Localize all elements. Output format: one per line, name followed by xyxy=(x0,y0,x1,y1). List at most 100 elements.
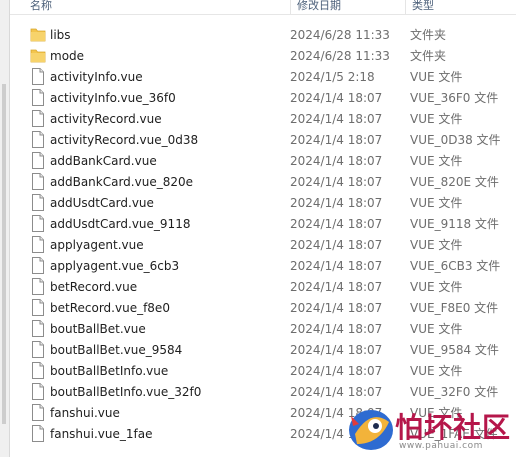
file-name[interactable]: boutBallBet.vue xyxy=(50,320,146,338)
file-name[interactable]: mode xyxy=(50,47,84,65)
file-icon-graphic xyxy=(32,173,44,190)
file-name[interactable]: addBankCard.vue xyxy=(50,152,157,170)
file-icon-graphic xyxy=(32,152,44,169)
file-name[interactable]: fanshui.vue_1fae xyxy=(50,425,152,443)
column-header-bar: 名称 修改日期 类型 xyxy=(10,0,516,15)
file-icon xyxy=(30,319,46,338)
file-name[interactable]: activityInfo.vue xyxy=(50,68,143,86)
file-modified-date: 2024/1/4 18:07 xyxy=(290,217,383,231)
file-row[interactable]: boutBallBetInfo.vue_32f0 2024/1/4 18:07 VU… xyxy=(0,381,516,402)
file-icon-graphic xyxy=(32,404,44,421)
file-modified-date: 2024/6/28 11:33 xyxy=(290,28,390,42)
file-icon xyxy=(30,214,46,233)
file-icon-graphic xyxy=(32,194,44,211)
file-row[interactable]: betRecord.vue 2024/1/4 18:07 VUE 文件 xyxy=(0,276,516,297)
file-type: VUE 文件 xyxy=(410,70,463,84)
file-type: VUE_6CB3 文件 xyxy=(410,259,501,273)
folder-icon-graphic xyxy=(30,49,46,63)
file-name[interactable]: addBankCard.vue_820e xyxy=(50,173,193,191)
file-row[interactable]: addBankCard.vue_820e 2024/1/4 18:07 VUE_82… xyxy=(0,171,516,192)
file-name[interactable]: betRecord.vue xyxy=(50,278,137,296)
file-type: VUE 文件 xyxy=(410,154,463,168)
column-header-type[interactable]: 类型 xyxy=(405,0,516,14)
folder-icon xyxy=(30,46,46,65)
file-row[interactable]: mode 2024/6/28 11:33 文件夹 xyxy=(0,45,516,66)
file-icon xyxy=(30,403,46,422)
file-list: libs 2024/6/28 11:33 文件夹 mode 2024/6/28 11:3… xyxy=(0,24,516,444)
file-name[interactable]: libs xyxy=(50,26,71,44)
file-icon xyxy=(30,88,46,107)
file-icon xyxy=(30,382,46,401)
file-modified-date: 2024/1/4 18:07 xyxy=(290,427,383,441)
file-name[interactable]: applyagent.vue_6cb3 xyxy=(50,257,179,275)
file-name[interactable]: fanshui.vue xyxy=(50,404,120,422)
file-icon-graphic xyxy=(32,236,44,253)
file-icon xyxy=(30,151,46,170)
file-name[interactable]: boutBallBetInfo.vue_32f0 xyxy=(50,383,201,401)
file-modified-date: 2024/1/4 18:07 xyxy=(290,322,383,336)
column-header-date[interactable]: 修改日期 xyxy=(290,0,405,14)
file-type: VUE 文件 xyxy=(410,322,463,336)
file-icon-graphic xyxy=(32,89,44,106)
file-name[interactable]: activityInfo.vue_36f0 xyxy=(50,89,176,107)
file-row[interactable]: activityRecord.vue 2024/1/4 18:07 VUE 文件 xyxy=(0,108,516,129)
file-row[interactable]: activityRecord.vue_0d38 2024/1/4 18:07 VUE… xyxy=(0,129,516,150)
file-type: VUE 文件 xyxy=(410,112,463,126)
file-icon xyxy=(30,361,46,380)
file-row[interactable]: applyagent.vue_6cb3 2024/1/4 18:07 VUE_6CB… xyxy=(0,255,516,276)
file-name[interactable]: addUsdtCard.vue xyxy=(50,194,154,212)
file-icon xyxy=(30,340,46,359)
file-row[interactable]: activityInfo.vue_36f0 2024/1/4 18:07 VUE_3… xyxy=(0,87,516,108)
file-name[interactable]: addUsdtCard.vue_9118 xyxy=(50,215,190,233)
file-row[interactable]: libs 2024/6/28 11:33 文件夹 xyxy=(0,24,516,45)
file-row[interactable]: addUsdtCard.vue_9118 2024/1/4 18:07 VUE_91… xyxy=(0,213,516,234)
file-modified-date: 2024/1/4 18:07 xyxy=(290,280,383,294)
file-row[interactable]: boutBallBet.vue 2024/1/4 18:07 VUE 文件 xyxy=(0,318,516,339)
file-type: VUE_9118 文件 xyxy=(410,217,499,231)
file-type: VUE_9584 文件 xyxy=(410,343,499,357)
file-icon xyxy=(30,235,46,254)
file-icon-graphic xyxy=(32,383,44,400)
file-type: VUE 文件 xyxy=(410,280,463,294)
file-type: VUE 文件 xyxy=(410,196,463,210)
file-modified-date: 2024/1/4 18:07 xyxy=(290,259,383,273)
file-icon-graphic xyxy=(32,215,44,232)
file-row[interactable]: addUsdtCard.vue 2024/1/4 18:07 VUE 文件 xyxy=(0,192,516,213)
file-row[interactable]: fanshui.vue_1fae 2024/1/4 18:07 VUE_1FAE 文… xyxy=(0,423,516,444)
file-modified-date: 2024/1/4 18:07 xyxy=(290,385,383,399)
file-name[interactable]: applyagent.vue xyxy=(50,236,144,254)
file-type: VUE_820E 文件 xyxy=(410,175,499,189)
column-header-name[interactable]: 名称 xyxy=(24,0,290,14)
file-name[interactable]: activityRecord.vue xyxy=(50,110,162,128)
file-modified-date: 2024/1/4 18:07 xyxy=(290,175,383,189)
file-row[interactable]: boutBallBet.vue_9584 2024/1/4 18:07 VUE_95… xyxy=(0,339,516,360)
file-modified-date: 2024/1/4 18:07 xyxy=(290,91,383,105)
file-row[interactable]: activityInfo.vue 2024/1/5 2:18 VUE 文件 xyxy=(0,66,516,87)
file-name[interactable]: activityRecord.vue_0d38 xyxy=(50,131,198,149)
file-row[interactable]: betRecord.vue_f8e0 2024/1/4 18:07 VUE_F8E0… xyxy=(0,297,516,318)
file-modified-date: 2024/1/4 18:07 xyxy=(290,112,383,126)
file-row[interactable]: applyagent.vue 2024/1/4 18:07 VUE 文件 xyxy=(0,234,516,255)
file-row[interactable]: fanshui.vue 2024/1/4 18:07 VUE 文件 xyxy=(0,402,516,423)
file-icon-graphic xyxy=(32,341,44,358)
file-icon xyxy=(30,193,46,212)
file-row[interactable]: addBankCard.vue 2024/1/4 18:07 VUE 文件 xyxy=(0,150,516,171)
file-name[interactable]: boutBallBet.vue_9584 xyxy=(50,341,182,359)
file-type: VUE_32F0 文件 xyxy=(410,385,499,399)
file-modified-date: 2024/1/4 18:07 xyxy=(290,154,383,168)
file-icon xyxy=(30,277,46,296)
file-row[interactable]: boutBallBetInfo.vue 2024/1/4 18:07 VUE 文件 xyxy=(0,360,516,381)
file-icon-graphic xyxy=(32,299,44,316)
file-icon xyxy=(30,130,46,149)
file-icon-graphic xyxy=(32,131,44,148)
file-type: VUE 文件 xyxy=(410,406,463,420)
file-name[interactable]: betRecord.vue_f8e0 xyxy=(50,299,170,317)
file-type: VUE_36F0 文件 xyxy=(410,91,499,105)
file-type: VUE 文件 xyxy=(410,238,463,252)
file-icon xyxy=(30,424,46,443)
file-type: 文件夹 xyxy=(410,49,447,63)
file-name[interactable]: boutBallBetInfo.vue xyxy=(50,362,168,380)
file-type: VUE_1FAE 文件 xyxy=(410,427,498,441)
file-icon-graphic xyxy=(32,425,44,442)
file-type: VUE_0D38 文件 xyxy=(410,133,501,147)
